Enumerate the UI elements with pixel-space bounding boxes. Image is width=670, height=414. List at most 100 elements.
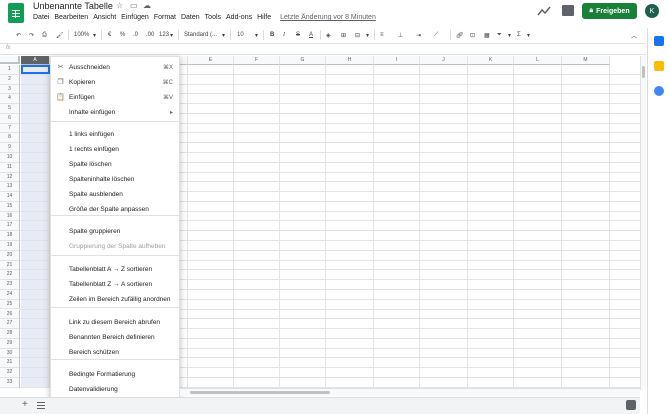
text-wrap-icon[interactable]: ⇥ bbox=[416, 28, 421, 42]
row-header[interactable]: 31 bbox=[0, 358, 20, 369]
decrease-decimal-button[interactable]: .0 bbox=[133, 28, 138, 42]
font-select[interactable]: Standard (... bbox=[184, 28, 217, 42]
row-header[interactable]: 18 bbox=[0, 231, 20, 242]
activity-trend-icon[interactable] bbox=[537, 5, 551, 17]
currency-button[interactable]: € bbox=[108, 28, 111, 42]
menu-item-tabellenblatt-a-z-sortieren[interactable]: Tabellenblatt A → Z sortieren bbox=[51, 262, 181, 277]
column-header-g[interactable]: G bbox=[280, 56, 326, 65]
column-header-i[interactable]: I bbox=[374, 56, 420, 65]
italic-icon[interactable]: I bbox=[283, 28, 285, 42]
row-header[interactable]: 10 bbox=[0, 153, 20, 163]
percent-button[interactable]: % bbox=[120, 28, 125, 42]
scroll-thumb[interactable] bbox=[642, 66, 645, 78]
row-header[interactable]: 2 bbox=[0, 74, 20, 85]
explore-icon[interactable] bbox=[626, 400, 636, 410]
menu-item-bedingte-formatierung[interactable]: Bedingte Formatierung bbox=[51, 367, 181, 382]
calendar-icon[interactable] bbox=[654, 36, 664, 46]
row-header[interactable]: 19 bbox=[0, 241, 20, 251]
row-header[interactable]: 15 bbox=[0, 201, 20, 212]
menu-item-zeilen-im-bereich-zufällig-anordnen[interactable]: Zeilen im Bereich zufällig anordnen bbox=[51, 292, 181, 307]
move-folder-icon[interactable]: ▭ bbox=[130, 1, 138, 10]
last-edit-link[interactable]: Letzte Änderung vor 8 Minuten bbox=[280, 14, 376, 21]
text-color-icon[interactable]: A bbox=[309, 28, 313, 42]
number-format-button[interactable]: 123 bbox=[159, 28, 169, 42]
zoom-select[interactable]: 100% bbox=[74, 28, 89, 42]
menu-item[interactable]: Einfügen bbox=[121, 14, 149, 21]
row-header[interactable]: 8 bbox=[0, 133, 20, 144]
row-header[interactable]: 4 bbox=[0, 94, 20, 105]
vertical-align-icon[interactable]: ⊥ bbox=[398, 28, 403, 42]
horizontal-align-icon[interactable]: ≡ bbox=[380, 28, 384, 42]
row-header[interactable]: 1 bbox=[0, 65, 20, 75]
borders-icon[interactable]: ⊞ bbox=[341, 28, 346, 42]
menu-item[interactable]: Add-ons bbox=[226, 14, 252, 21]
menu-item-1-links-einfügen[interactable]: 1 links einfügen bbox=[51, 127, 181, 142]
row-header[interactable]: 3 bbox=[0, 84, 20, 95]
menu-item[interactable]: Daten bbox=[181, 14, 200, 21]
menu-item-benannten-bereich-definieren[interactable]: Benannten Bereich definieren bbox=[51, 330, 181, 345]
formula-bar[interactable]: fx bbox=[0, 43, 646, 55]
row-header[interactable]: 12 bbox=[0, 172, 20, 183]
row-header[interactable]: 14 bbox=[0, 192, 20, 202]
row-header[interactable]: 21 bbox=[0, 260, 20, 271]
bold-icon[interactable]: B bbox=[270, 28, 274, 42]
font-size-select[interactable]: 10 bbox=[237, 28, 244, 42]
add-sheet-button[interactable]: + bbox=[22, 399, 28, 410]
filter-icon[interactable]: ⏷ bbox=[497, 28, 502, 42]
column-header-m[interactable]: M bbox=[562, 56, 610, 65]
column-header-k[interactable]: K bbox=[468, 56, 514, 65]
row-header[interactable]: 29 bbox=[0, 338, 20, 349]
row-header[interactable]: 16 bbox=[0, 211, 20, 222]
menu-item-tabellenblatt-z-a-sortieren[interactable]: Tabellenblatt Z → A sortieren bbox=[51, 277, 181, 292]
row-header[interactable]: 13 bbox=[0, 182, 20, 193]
menu-item-link-zu-diesem-bereich-abrufen[interactable]: Link zu diesem Bereich abrufen bbox=[51, 315, 181, 330]
row-header[interactable]: 25 bbox=[0, 299, 20, 310]
menu-item[interactable]: Tools bbox=[205, 14, 221, 21]
row-header[interactable]: 28 bbox=[0, 329, 20, 339]
row-header[interactable]: 23 bbox=[0, 280, 20, 290]
star-icon[interactable]: ☆ bbox=[116, 1, 123, 10]
row-header[interactable]: 33 bbox=[0, 377, 20, 388]
row-header[interactable]: 9 bbox=[0, 143, 20, 153]
row-header[interactable]: 30 bbox=[0, 348, 20, 359]
share-button[interactable]: 🔒︎ Freigeben bbox=[582, 3, 637, 19]
row-header[interactable]: 20 bbox=[0, 250, 20, 261]
insert-comment-icon[interactable]: ⊡ bbox=[470, 28, 475, 42]
insert-chart-icon[interactable]: ▦ bbox=[484, 28, 490, 42]
menu-item-einfügen[interactable]: 📋 Einfügen ⌘V bbox=[51, 90, 181, 105]
column-header-e[interactable]: E bbox=[188, 56, 234, 65]
menu-item[interactable]: Datei bbox=[33, 14, 49, 21]
row-header[interactable]: 26 bbox=[0, 309, 20, 320]
text-rotation-icon[interactable]: ⟋ bbox=[434, 28, 438, 42]
strikethrough-icon[interactable]: S bbox=[296, 28, 300, 42]
menu-item-spalte-ausblenden[interactable]: Spalte ausblenden bbox=[51, 187, 181, 202]
menu-item-bereich-schützen[interactable]: Bereich schützen bbox=[51, 345, 181, 360]
redo-icon[interactable]: ↷ bbox=[29, 28, 34, 42]
menu-item-spalteninhalte-löschen[interactable]: Spalteninhalte löschen bbox=[51, 172, 181, 187]
row-header[interactable]: 11 bbox=[0, 162, 20, 173]
print-icon[interactable]: ⎙ bbox=[42, 28, 47, 42]
menu-item-datenvalidierung[interactable]: Datenvalidierung bbox=[51, 382, 181, 397]
menu-item[interactable]: Bearbeiten bbox=[54, 14, 88, 21]
row-header[interactable]: 7 bbox=[0, 123, 20, 134]
vertical-scrollbar[interactable] bbox=[640, 56, 646, 390]
column-header-l[interactable]: L bbox=[514, 56, 562, 65]
row-header[interactable]: 17 bbox=[0, 221, 20, 232]
link-icon[interactable]: 🔗︎ bbox=[456, 28, 464, 42]
all-sheets-list-icon[interactable] bbox=[37, 402, 45, 409]
menu-item[interactable]: Format bbox=[154, 14, 176, 21]
document-title[interactable]: Unbenannte Tabelle bbox=[33, 1, 113, 11]
column-header-f[interactable]: F bbox=[234, 56, 280, 65]
undo-icon[interactable]: ↶ bbox=[16, 28, 21, 42]
horizontal-scrollbar[interactable] bbox=[180, 388, 640, 396]
menu-item-größe-der-spalte-anpassen[interactable]: Größe der Spalte anpassen bbox=[51, 202, 181, 217]
keep-icon[interactable] bbox=[654, 61, 664, 71]
menu-item-ausschneiden[interactable]: ✂ Ausschneiden ⌘X bbox=[51, 60, 181, 75]
sheets-logo-icon[interactable] bbox=[8, 3, 24, 23]
row-header[interactable]: 5 bbox=[0, 104, 20, 114]
functions-icon[interactable]: Σ bbox=[517, 28, 521, 42]
comment-icon[interactable] bbox=[562, 5, 574, 16]
row-header[interactable]: 6 bbox=[0, 113, 20, 124]
increase-decimal-button[interactable]: .00 bbox=[146, 28, 154, 42]
active-cell-a1[interactable] bbox=[21, 65, 50, 74]
